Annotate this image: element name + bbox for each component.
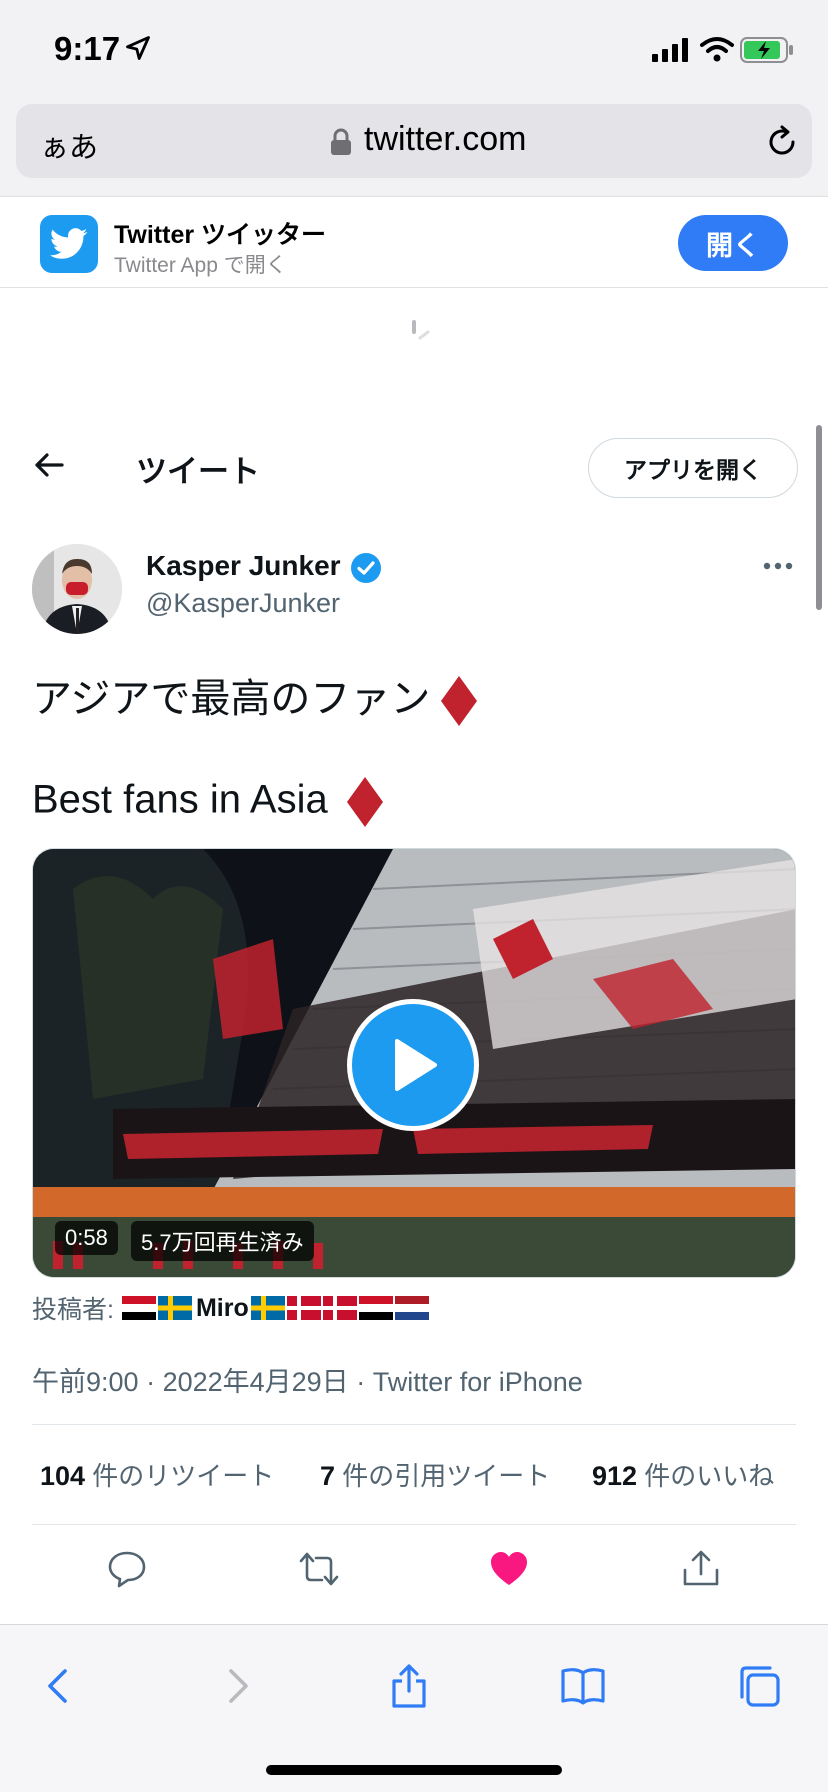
status-bar: 9:17 <box>0 0 828 100</box>
posted-by-label: 投稿者: <box>32 1296 114 1324</box>
address-bar[interactable]: ぁあ twitter.com <box>16 104 812 178</box>
video-duration: 0:58 <box>55 1221 118 1255</box>
status-time: 9:17 <box>54 30 121 67</box>
divider <box>32 1424 796 1425</box>
retweets-stat[interactable]: 104 件のリツイート <box>40 1456 274 1493</box>
likes-label: 件のいいね <box>644 1461 775 1491</box>
likes-count: 912 <box>592 1461 638 1491</box>
meta-separator: · <box>348 1367 373 1397</box>
likes-stat[interactable]: 912 件のいいね <box>592 1456 774 1493</box>
posted-by-name[interactable]: Miro <box>196 1294 249 1323</box>
flag-egypt-icon <box>358 1296 393 1320</box>
flag-egypt-icon <box>121 1296 156 1320</box>
banner-subtitle: Twitter App で開く <box>114 254 287 277</box>
twitter-app-icon <box>40 215 98 273</box>
flag-sweden-icon <box>157 1296 192 1320</box>
tweet-text-japanese: アジアで最高のファン <box>32 677 431 721</box>
share-icon[interactable] <box>680 1548 722 1590</box>
tweet-text-line-1: アジアで最高のファン <box>32 666 478 727</box>
loading-spinner-icon <box>412 320 430 340</box>
verified-badge-icon <box>351 553 381 583</box>
quotes-stat[interactable]: 7 件の引用ツイート <box>320 1456 550 1493</box>
reply-icon[interactable] <box>106 1548 148 1590</box>
quotes-label: 件の引用ツイート <box>342 1461 551 1491</box>
quotes-count: 7 <box>320 1461 336 1491</box>
tabs-icon[interactable] <box>736 1663 782 1709</box>
meta-separator: · <box>138 1367 163 1397</box>
tweet-time: 午前9:00 <box>32 1367 139 1397</box>
divider <box>32 1524 796 1525</box>
retweets-count: 104 <box>40 1461 86 1491</box>
location-arrow-icon <box>126 36 150 60</box>
url-text[interactable]: twitter.com <box>364 120 526 159</box>
bookmarks-icon[interactable] <box>560 1663 606 1709</box>
browser-share-icon[interactable] <box>386 1663 432 1709</box>
tweet-date: 2022年4月29日 <box>162 1367 349 1397</box>
page-title: ツイート <box>136 454 260 489</box>
red-diamond-emoji <box>346 777 383 827</box>
browser-toolbar <box>0 1624 828 1792</box>
red-diamond-emoji <box>441 676 478 727</box>
more-options-icon[interactable] <box>763 560 793 572</box>
reader-settings-button[interactable]: ぁあ <box>40 124 98 166</box>
browser-forward-icon[interactable] <box>214 1663 260 1709</box>
tweet-text-english: Best fans in Asia <box>32 777 328 822</box>
banner-title: Twitter ツイッター <box>114 221 327 249</box>
tweet-actions <box>0 1548 828 1592</box>
browser-address-area: ぁあ twitter.com <box>0 100 828 196</box>
browser-back-icon[interactable] <box>36 1663 82 1709</box>
like-heart-icon[interactable] <box>488 1548 530 1590</box>
tweet-source[interactable]: Twitter for iPhone <box>373 1367 583 1397</box>
flag-denmark-icon <box>322 1296 357 1320</box>
twitter-bird-icon <box>50 228 88 259</box>
tweet-timestamp[interactable]: 午前9:00 · 2022年4月29日 · Twitter for iPhone <box>32 1360 583 1399</box>
retweets-label: 件のリツイート <box>92 1461 275 1491</box>
lock-icon <box>331 128 351 155</box>
author-name[interactable]: Kasper Junker <box>146 550 341 582</box>
author-handle[interactable]: @KasperJunker <box>146 588 340 619</box>
home-indicator[interactable] <box>266 1765 562 1775</box>
back-arrow-icon[interactable] <box>32 448 66 482</box>
flag-sweden-icon <box>250 1296 285 1320</box>
smart-app-banner: Twitter ツイッター Twitter App で開く 開く <box>0 196 828 288</box>
open-app-button[interactable]: アプリを開く <box>588 438 798 498</box>
wifi-icon <box>700 37 734 62</box>
page-scrollbar[interactable] <box>816 425 822 610</box>
video-attribution: 投稿者: Miro <box>32 1290 431 1326</box>
flag-netherlands-icon <box>394 1296 429 1320</box>
tweet-text-line-2: Best fans in Asia <box>32 776 384 828</box>
video-view-count: 5.7万回再生済み <box>131 1221 314 1261</box>
retweet-icon[interactable] <box>298 1548 340 1590</box>
play-button[interactable] <box>347 999 479 1131</box>
avatar-photo <box>32 544 122 634</box>
play-icon <box>395 1039 437 1091</box>
cellular-signal-icon <box>652 38 688 62</box>
reload-icon[interactable] <box>764 124 800 160</box>
battery-charging-icon <box>740 37 793 63</box>
flag-denmark-icon <box>286 1296 321 1320</box>
video-player[interactable]: 0:58 5.7万回再生済み <box>32 848 796 1278</box>
avatar[interactable] <box>32 544 122 634</box>
banner-open-button[interactable]: 開く <box>678 215 788 271</box>
